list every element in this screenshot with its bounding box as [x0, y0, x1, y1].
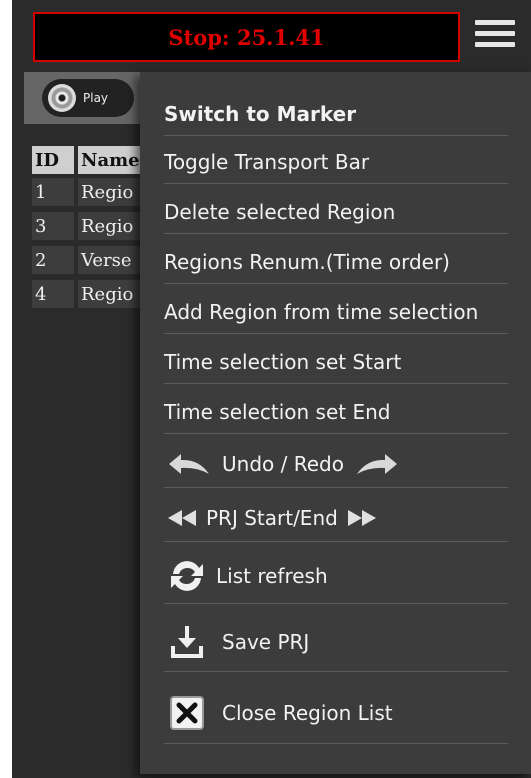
menu-item-close-region-list[interactable]: Close Region List: [164, 682, 508, 744]
menu-item-delete-region[interactable]: Delete selected Region: [164, 190, 508, 234]
table-row[interactable]: 1 Regio: [32, 178, 148, 206]
region-id: 2: [32, 246, 74, 274]
menu-item-time-selection-end[interactable]: Time selection set End: [164, 390, 508, 434]
disc-icon: [48, 84, 76, 112]
region-id: 3: [32, 212, 74, 240]
close-icon: [164, 694, 210, 732]
column-header-name[interactable]: Name: [78, 146, 148, 174]
transport-status-text: Stop: 25.1.41: [168, 24, 325, 50]
region-id: 1: [32, 178, 74, 206]
menu-item-label: Close Region List: [222, 700, 393, 725]
play-button-label: Play: [83, 91, 109, 105]
menu-item-label: Toggle Transport Bar: [164, 149, 370, 174]
region-name: Verse: [78, 246, 148, 274]
menu-item-label: Undo / Redo: [222, 451, 344, 476]
fast-forward-icon[interactable]: [344, 508, 380, 528]
menu-item-label: Delete selected Region: [164, 199, 396, 224]
menu-item-add-region[interactable]: Add Region from time selection: [164, 290, 508, 334]
region-name: Regio: [78, 212, 148, 240]
table-row[interactable]: 2 Verse: [32, 246, 148, 274]
redo-icon[interactable]: [352, 451, 402, 477]
table-header: ID Name: [32, 146, 148, 174]
menu-item-label: Time selection set End: [164, 399, 391, 424]
column-header-id[interactable]: ID: [32, 146, 74, 174]
menu-icon[interactable]: [475, 20, 515, 56]
menu-item-label: Switch to Marker: [164, 101, 357, 126]
menu-item-toggle-transport-bar[interactable]: Toggle Transport Bar: [164, 140, 508, 184]
refresh-icon: [164, 556, 210, 596]
menu-item-switch-to-marker[interactable]: Switch to Marker: [164, 92, 508, 136]
menu-item-label: Save PRJ: [222, 629, 310, 654]
region-name: Regio: [78, 178, 148, 206]
table-row[interactable]: 4 Regio: [32, 280, 148, 308]
menu-item-prj-start-end[interactable]: PRJ Start/End: [164, 494, 508, 542]
table-row[interactable]: 3 Regio: [32, 212, 148, 240]
menu-item-label: PRJ Start/End: [206, 505, 338, 530]
menu-item-label: Add Region from time selection: [164, 299, 479, 324]
transport-status-display[interactable]: Stop: 25.1.41: [33, 12, 460, 62]
menu-item-regions-renum[interactable]: Regions Renum.(Time order): [164, 240, 508, 284]
dropdown-menu: Switch to Marker Toggle Transport Bar De…: [140, 72, 531, 774]
region-table: ID Name 1 Regio 3 Regio 2 Verse 4 Regio: [32, 146, 148, 314]
menu-item-label: Time selection set Start: [164, 349, 402, 374]
region-id: 4: [32, 280, 74, 308]
menu-item-save-prj[interactable]: Save PRJ: [164, 612, 508, 672]
menu-item-list-refresh[interactable]: List refresh: [164, 548, 508, 604]
region-name: Regio: [78, 280, 148, 308]
menu-item-label: Regions Renum.(Time order): [164, 249, 450, 274]
download-icon: [164, 622, 210, 662]
menu-item-label: List refresh: [216, 563, 328, 588]
rewind-icon[interactable]: [164, 508, 200, 528]
menu-item-undo-redo[interactable]: Undo / Redo: [164, 440, 508, 488]
undo-icon[interactable]: [164, 451, 214, 477]
play-button[interactable]: Play: [42, 79, 134, 117]
menu-item-time-selection-start[interactable]: Time selection set Start: [164, 340, 508, 384]
